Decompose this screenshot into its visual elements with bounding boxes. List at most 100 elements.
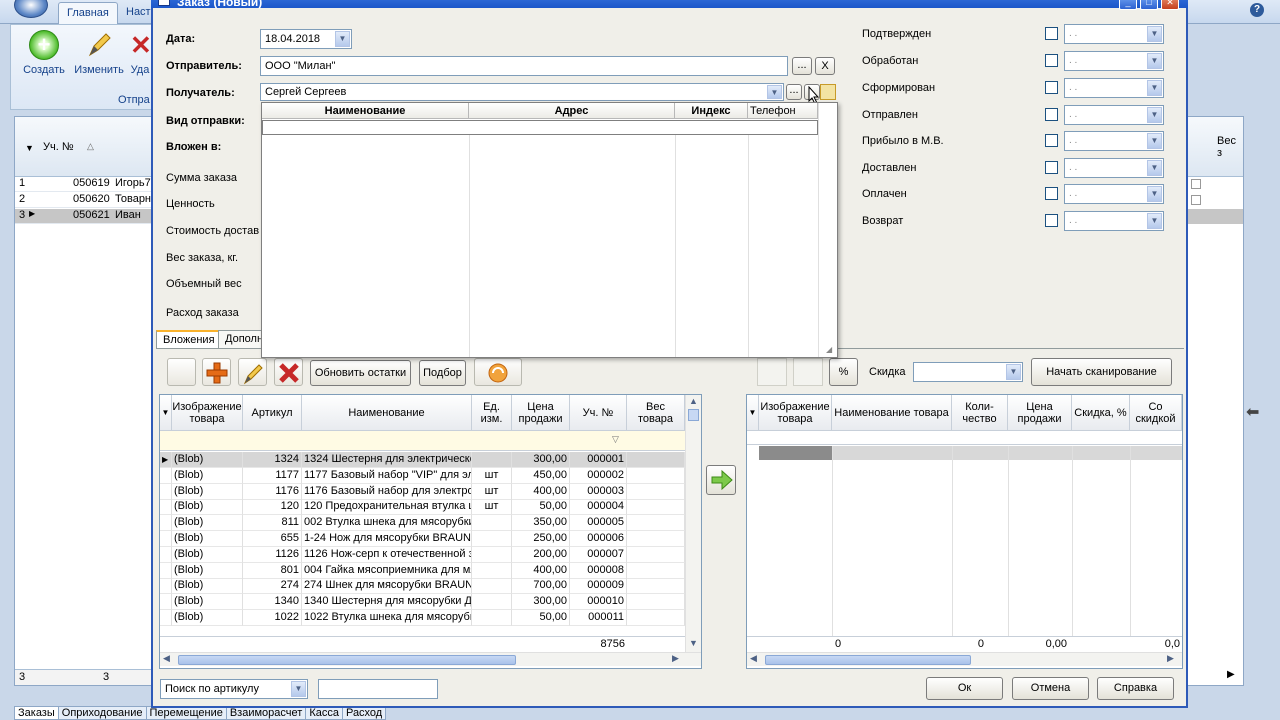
status-checkbox[interactable]: [1045, 134, 1058, 147]
column-header[interactable]: Ед. изм.: [472, 395, 512, 431]
table-cell[interactable]: [627, 467, 685, 484]
status-date-field[interactable]: . . ▼: [1064, 131, 1164, 151]
recipient-dropdown-popup[interactable]: Наименование Адрес Индекс Телефон ◢: [261, 102, 838, 358]
tab-settlements[interactable]: Взаиморасчет: [225, 706, 307, 720]
tab-receipts[interactable]: Оприходование: [57, 706, 147, 720]
table-cell[interactable]: 000001: [570, 452, 627, 468]
table-cell[interactable]: 1126 Нож-серп к отечественной з: [302, 546, 472, 563]
status-checkbox[interactable]: [1045, 214, 1058, 227]
table-row-selected[interactable]: 3 ▶ 050621 Иван: [15, 209, 153, 224]
table-cell[interactable]: 000010: [570, 594, 627, 611]
table-cell[interactable]: [472, 546, 512, 563]
column-header[interactable]: Наименование: [302, 395, 472, 431]
table-cell[interactable]: 000004: [570, 499, 627, 516]
help-icon[interactable]: ?: [1250, 3, 1264, 17]
discount-select[interactable]: ▼: [913, 362, 1023, 382]
row-indicator[interactable]: [160, 578, 172, 595]
search-mode-select[interactable]: Поиск по артикулу ▼: [160, 679, 308, 699]
table-cell[interactable]: [472, 578, 512, 595]
table-cell[interactable]: [627, 594, 685, 611]
add-to-order-button[interactable]: [706, 465, 736, 495]
ok-button[interactable]: Ок: [926, 677, 1003, 700]
table-row[interactable]: (Blob) 811 002 Втулка шнека для мясорубки 3…: [160, 515, 685, 532]
table-cell[interactable]: 1176: [243, 483, 302, 500]
status-date-field[interactable]: . . ▼: [1064, 105, 1164, 125]
column-header[interactable]: Изображение товара: [172, 395, 243, 431]
row-indicator[interactable]: [160, 610, 172, 626]
column-header[interactable]: Цена продажи: [1008, 395, 1072, 431]
column-header[interactable]: Вес товара: [627, 395, 685, 431]
row-indicator[interactable]: [160, 515, 172, 532]
table-cell[interactable]: (Blob): [172, 546, 243, 563]
blank-button[interactable]: [167, 358, 196, 386]
table-row[interactable]: 2 050620 Товарн: [15, 193, 153, 208]
popup-column-header[interactable]: Наименование: [262, 103, 469, 119]
table-cell[interactable]: (Blob): [172, 515, 243, 532]
table-cell[interactable]: [472, 610, 512, 626]
table-cell[interactable]: [627, 610, 685, 626]
popup-selected-row[interactable]: [262, 120, 818, 135]
column-header[interactable]: Цена продажи: [512, 395, 570, 431]
table-cell[interactable]: 1022: [243, 610, 302, 626]
table-cell[interactable]: 1177: [243, 467, 302, 484]
vertical-scrollbar[interactable]: ▲ ▼: [685, 395, 701, 652]
table-cell[interactable]: [627, 515, 685, 532]
help-button[interactable]: Справка: [1097, 677, 1174, 700]
column-header[interactable]: Наименование товара: [832, 395, 952, 431]
tab-orders[interactable]: Заказы: [14, 706, 59, 720]
table-cell[interactable]: 200,00: [512, 546, 570, 563]
close-icon[interactable]: ✕: [1161, 0, 1179, 10]
popup-column-header[interactable]: Индекс: [675, 103, 748, 119]
table-cell[interactable]: 000009: [570, 578, 627, 595]
status-checkbox[interactable]: [1045, 161, 1058, 174]
maximize-icon[interactable]: □: [1140, 0, 1158, 10]
start-scan-button[interactable]: Начать сканирование: [1031, 358, 1172, 386]
table-cell[interactable]: 1324 Шестерня для электрическо: [302, 452, 472, 468]
current-row-indicator[interactable]: ▶: [160, 452, 172, 468]
table-row[interactable]: ▶ (Blob) 1324 1324 Шестерня для электрическ…: [160, 452, 685, 468]
table-cell[interactable]: 1340 Шестерня для мясорубки Д: [302, 594, 472, 611]
create-button[interactable]: Создать: [22, 30, 66, 76]
table-row[interactable]: (Blob) 120 120 Предохранительная втулка шш…: [160, 499, 685, 516]
table-cell[interactable]: 655: [243, 531, 302, 547]
table-row[interactable]: (Blob) 1176 1176 Базовый набор для электро…: [160, 483, 685, 500]
blank-button[interactable]: [757, 358, 787, 386]
table-cell[interactable]: шт: [472, 467, 512, 484]
table-cell[interactable]: [472, 594, 512, 611]
blank-button[interactable]: [793, 358, 823, 386]
table-cell[interactable]: 000007: [570, 546, 627, 563]
table-row[interactable]: (Blob) 801 004 Гайка мясоприемника для мя 4…: [160, 562, 685, 579]
table-cell[interactable]: 000006: [570, 531, 627, 547]
checkbox[interactable]: [1191, 195, 1201, 205]
status-date-field[interactable]: . . ▼: [1064, 211, 1164, 231]
table-cell[interactable]: (Blob): [172, 452, 243, 468]
column-header-weight[interactable]: Вес з: [1217, 135, 1243, 159]
refresh-button[interactable]: [474, 358, 522, 386]
table-cell[interactable]: 000005: [570, 515, 627, 532]
table-row[interactable]: (Blob) 1022 1022 Втулка шнека для мясорубк…: [160, 610, 685, 626]
table-cell[interactable]: 801: [243, 562, 302, 579]
table-cell[interactable]: 1177 Базовый набор "VIP" для эле: [302, 467, 472, 484]
column-header[interactable]: Коли- чество: [952, 395, 1008, 431]
table-cell[interactable]: 1022 Втулка шнека для мясорубк: [302, 610, 472, 626]
select-button[interactable]: Подбор: [419, 360, 466, 386]
row-indicator[interactable]: [160, 499, 172, 516]
tab-cash[interactable]: Касса: [305, 706, 343, 720]
row-indicator[interactable]: [160, 483, 172, 500]
horizontal-scrollbar[interactable]: ◀ ▶: [160, 652, 701, 666]
table-cell[interactable]: 350,00: [512, 515, 570, 532]
search-input[interactable]: [318, 679, 438, 699]
address-book-icon[interactable]: [820, 84, 836, 100]
row-indicator[interactable]: [160, 562, 172, 579]
table-cell[interactable]: 50,00: [512, 610, 570, 626]
table-cell[interactable]: 811: [243, 515, 302, 532]
edit-item-button[interactable]: [238, 358, 267, 386]
checkbox[interactable]: [1191, 179, 1201, 189]
table-cell[interactable]: [472, 562, 512, 579]
table-cell[interactable]: 300,00: [512, 594, 570, 611]
status-checkbox[interactable]: [1045, 81, 1058, 94]
ribbon-tab-home[interactable]: Главная: [58, 2, 118, 24]
status-checkbox[interactable]: [1045, 27, 1058, 40]
percent-button[interactable]: %: [829, 358, 858, 386]
status-date-field[interactable]: . . ▼: [1064, 51, 1164, 71]
